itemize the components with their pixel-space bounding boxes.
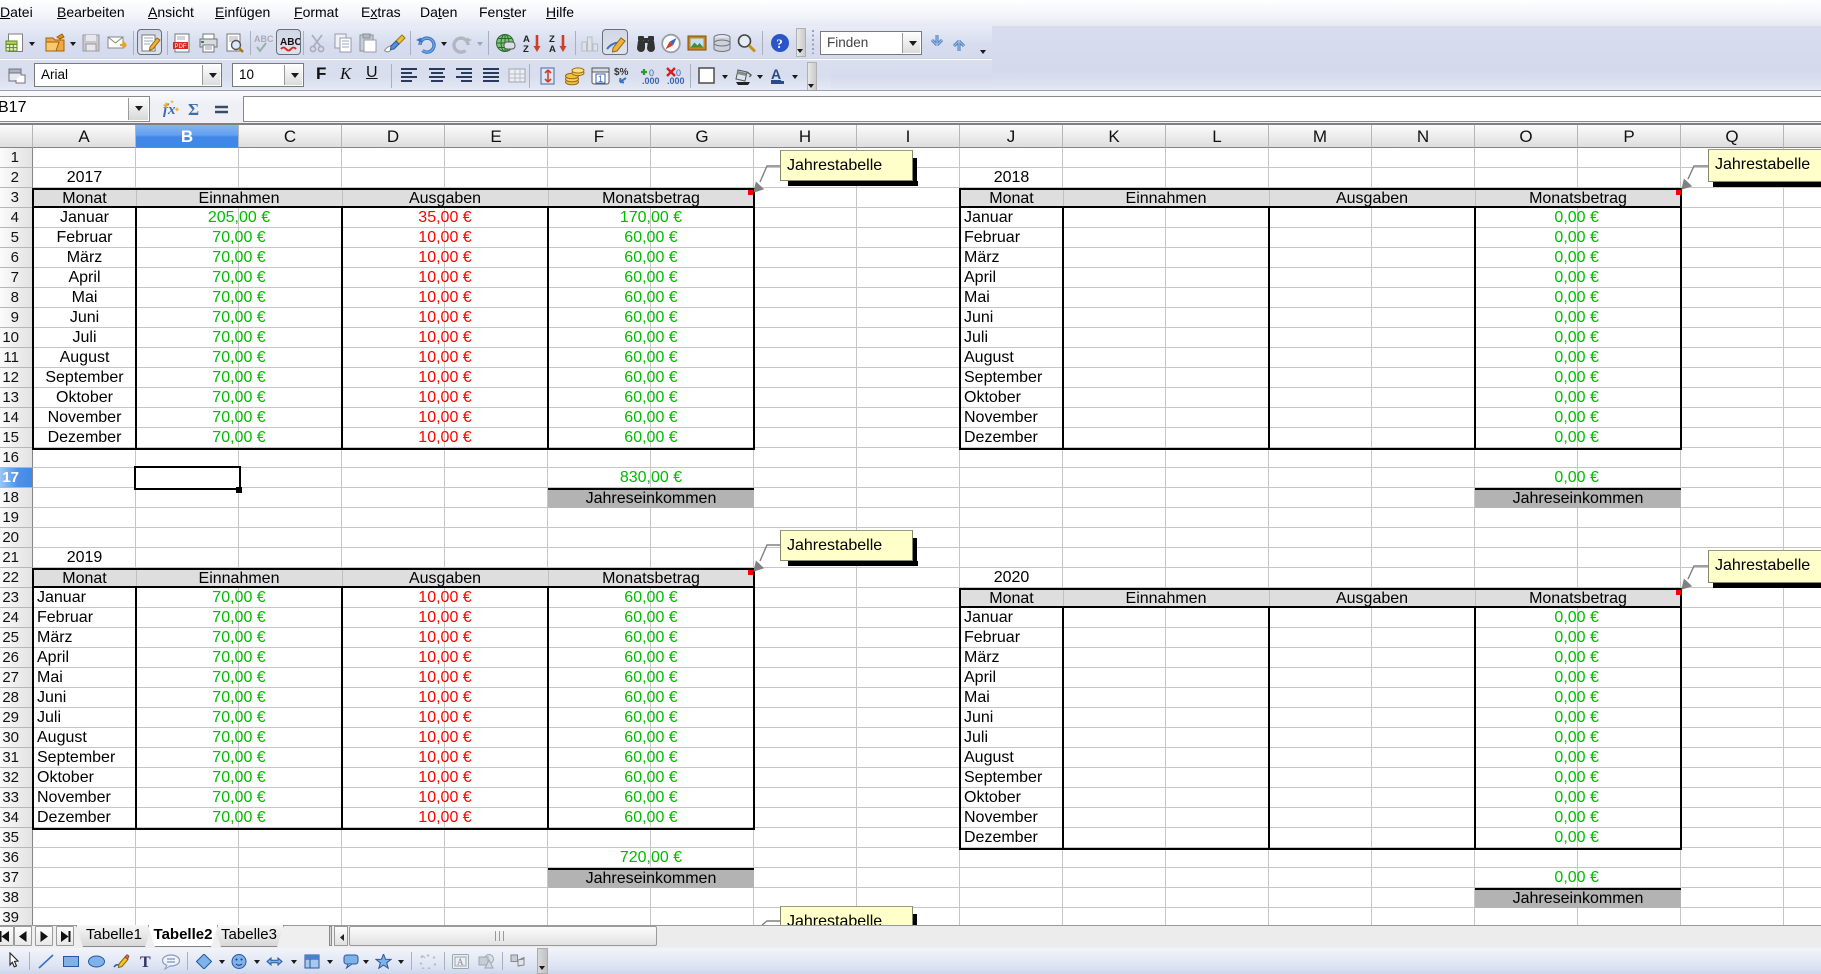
- svg-text:T: T: [140, 954, 151, 969]
- svg-text:A: A: [457, 957, 464, 967]
